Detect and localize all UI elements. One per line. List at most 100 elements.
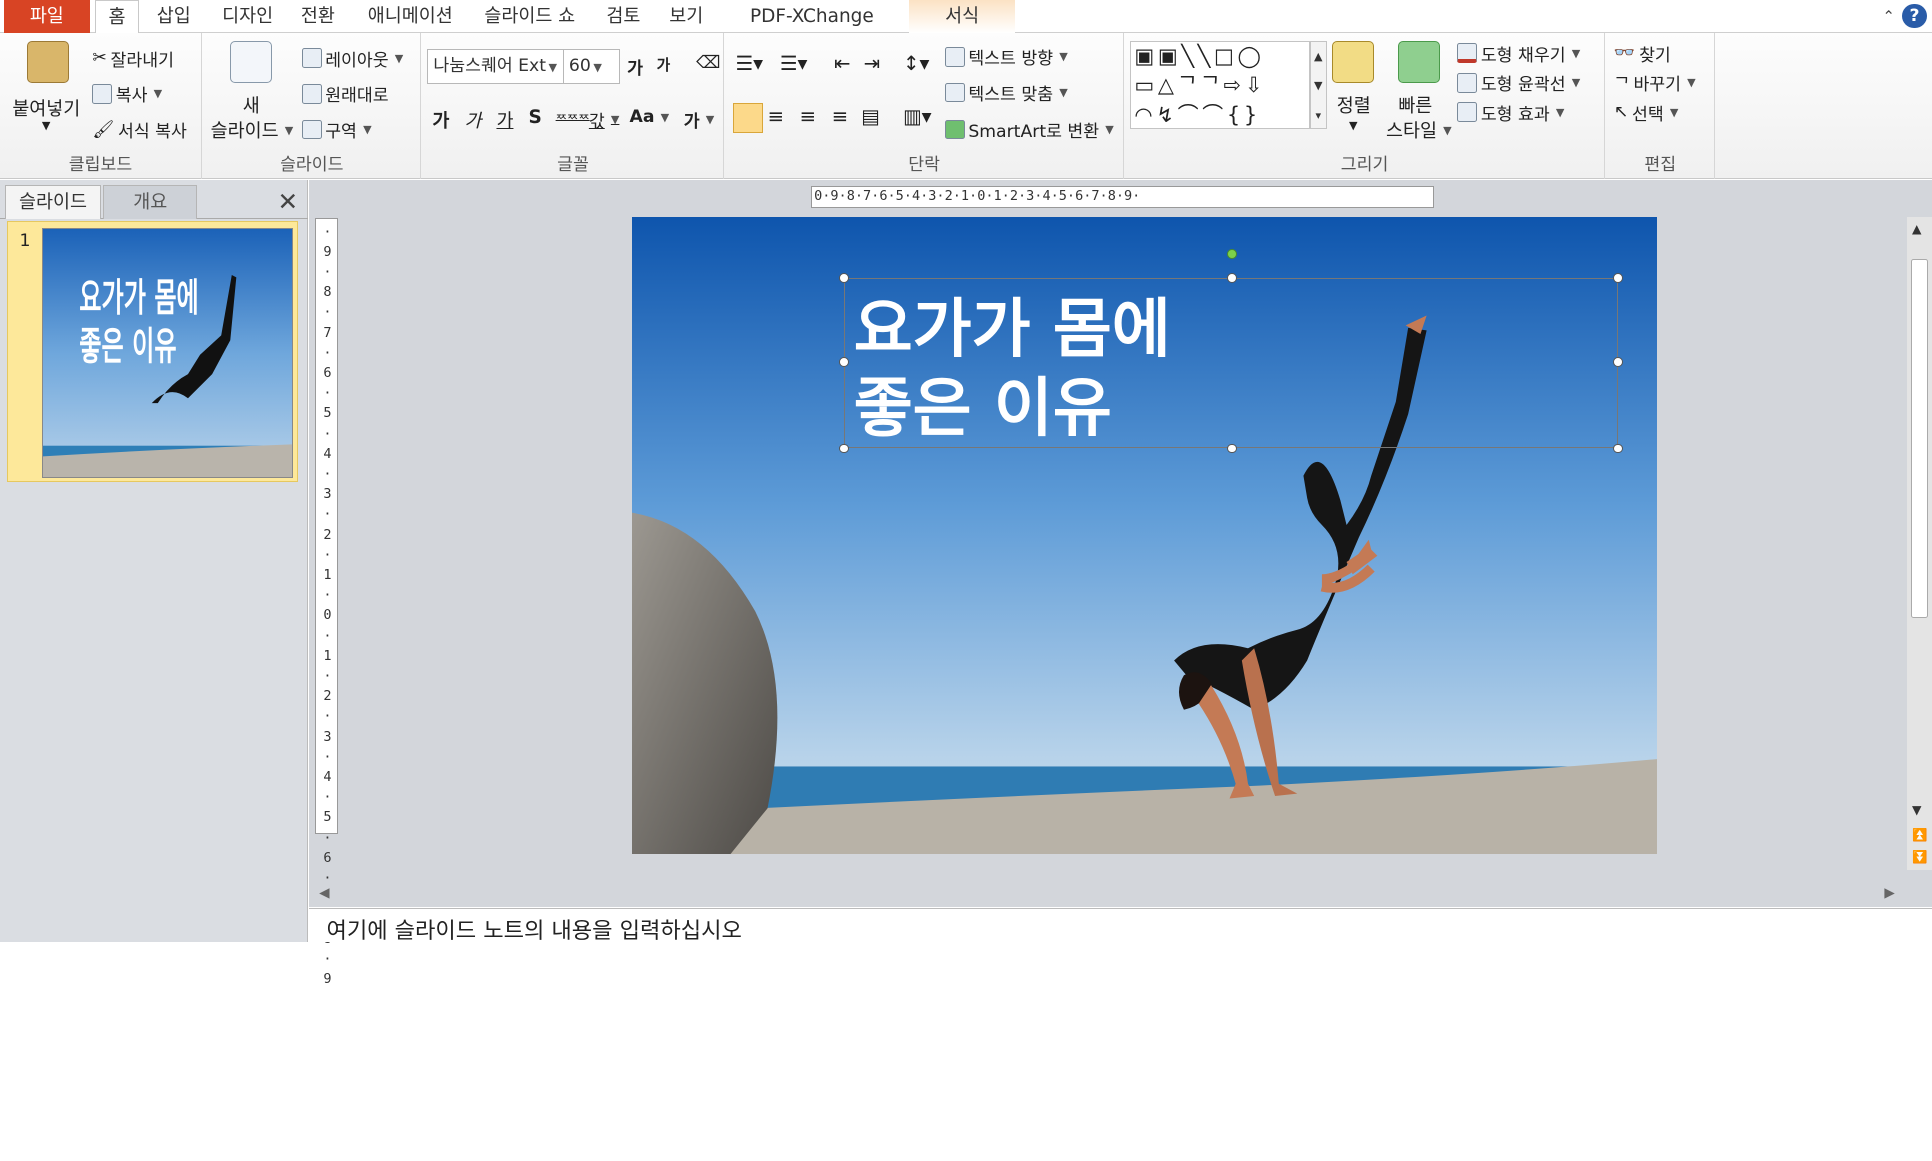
scroll-right-icon[interactable]: ▶ — [1884, 885, 1894, 901]
align-center-icon[interactable]: ≡ — [768, 105, 785, 128]
text-direction-button[interactable]: 텍스트 방향 ▼ — [944, 44, 1068, 69]
slide-thumbnail-1[interactable]: 1 요가가 몸에 좋은 이유 — [7, 220, 299, 482]
char-spacing-button[interactable]: 갃 ▼ — [589, 107, 620, 132]
help-icon[interactable]: ? — [1902, 3, 1927, 29]
align-left-icon[interactable] — [733, 103, 763, 134]
tab-view[interactable]: 보기 — [665, 0, 707, 33]
gallery-scroll-icon[interactable]: ▲ ▼ ▾ — [1309, 40, 1327, 130]
increase-indent-icon[interactable]: ⇥ — [864, 52, 881, 75]
next-slide-icon[interactable]: ⏬ — [1912, 850, 1927, 865]
resize-handle[interactable] — [1612, 357, 1623, 368]
format-painter-button[interactable]: 🖌 서식 복사 — [92, 117, 186, 143]
paste-icon[interactable] — [27, 40, 69, 83]
slide-title[interactable]: 요가가 몸에 좋은 이유 — [854, 291, 1171, 449]
notes-input[interactable]: 여기에 슬라이드 노트의 내용을 입력하십시오 — [309, 907, 1932, 943]
copy-button[interactable]: 복사 ▼ — [92, 81, 162, 106]
tab-file[interactable]: 파일 — [3, 0, 90, 34]
effects-icon — [1457, 102, 1478, 123]
tab-review[interactable]: 검토 — [602, 0, 644, 33]
italic-button[interactable]: 가 — [464, 107, 481, 133]
slide-canvas[interactable]: 요가가 몸에 좋은 이유 — [632, 216, 1658, 854]
decrease-indent-icon[interactable]: ⇤ — [834, 52, 851, 75]
tab-pdfxchange[interactable]: PDF-XChange 2012 — [729, 0, 894, 60]
previous-slide-icon[interactable]: ⏫ — [1912, 828, 1927, 843]
tab-slides[interactable]: 슬라이드 — [4, 184, 102, 220]
layout-button[interactable]: 레이아웃 ▼ — [301, 46, 403, 71]
scrollbar-thumb[interactable] — [1910, 258, 1929, 619]
scroll-up-icon[interactable]: ▲ — [1912, 222, 1921, 236]
quick-styles-button[interactable]: 스타일 ▼ — [1386, 117, 1452, 143]
shape-outline-button[interactable]: 도형 윤곽선 ▼ — [1457, 70, 1580, 95]
font-name-select[interactable]: 나눔스퀘어 Ext ▼ — [427, 49, 566, 84]
paste-button[interactable]: 붙여넣기 — [12, 95, 80, 121]
arrange-icon[interactable] — [1331, 40, 1374, 83]
smartart-button[interactable]: SmartArt로 변환 ▼ — [944, 117, 1114, 142]
editing-group-label: 편집 — [1644, 154, 1677, 175]
group-font: 나눔스퀘어 Ext ▼ 60 ▼ 가 가 ⌫ 가 가 가 S ᅑᅑᅑ 갃 ▼ Aa ▼ … — [423, 33, 725, 179]
clear-format-icon[interactable]: ⌫ — [696, 53, 720, 73]
resize-handle[interactable] — [1612, 443, 1623, 454]
shrink-font-button[interactable]: 가 — [657, 54, 671, 75]
vertical-ruler[interactable]: ·9·8·7·6·5·4·3·2·1·0·1·2·3·4·5·6·7·8·9 — [315, 218, 338, 987]
scroll-left-icon[interactable]: ◀ — [319, 885, 329, 901]
shape-effects-button[interactable]: 도형 효과 ▼ — [1457, 100, 1564, 125]
tab-format[interactable]: 서식 — [909, 0, 1016, 34]
shadow-button[interactable]: S — [529, 107, 542, 128]
strikethrough-button[interactable]: ᅑᅑᅑ — [556, 110, 590, 128]
grow-font-button[interactable]: 가 — [627, 54, 643, 79]
tab-animations[interactable]: 애니메이션 — [362, 0, 458, 33]
cut-label: 잘라내기 — [110, 50, 174, 71]
tab-slideshow[interactable]: 슬라이드 쇼 — [478, 0, 581, 33]
chevron-down-icon[interactable]: ▼ — [1349, 119, 1358, 132]
resize-handle[interactable] — [1227, 443, 1237, 454]
vertical-scrollbar[interactable]: ▲ ▼ ⏫ ⏬ — [1907, 216, 1932, 870]
shape-fill-button[interactable]: 도형 채우기 ▼ — [1457, 41, 1580, 66]
cut-button[interactable]: ✂ 잘라내기 — [92, 46, 174, 71]
chevron-down-icon: ▼ — [284, 123, 294, 137]
new-slide-label-1[interactable]: 새 — [243, 92, 260, 118]
tab-home[interactable]: 홈 — [94, 0, 140, 35]
minimize-ribbon-icon[interactable]: ⌃ — [1882, 8, 1894, 25]
select-button[interactable]: ↖ 선택 ▼ — [1614, 100, 1679, 125]
resize-handle[interactable] — [1612, 273, 1623, 284]
bold-button[interactable]: 가 — [432, 107, 449, 133]
align-right-icon[interactable]: ≡ — [800, 105, 817, 128]
numbering-icon[interactable]: ☰▾ — [780, 52, 808, 75]
close-icon[interactable]: ✕ — [278, 187, 299, 216]
group-clipboard: 붙여넣기 ▼ ✂ 잘라내기 복사 ▼ 🖌 서식 복사 클립보드 — [0, 33, 203, 179]
align-text-button[interactable]: 텍스트 맞춤 ▼ — [944, 80, 1068, 105]
font-size-select[interactable]: 60 ▼ — [563, 49, 620, 84]
find-button[interactable]: 👓 찾기 — [1614, 41, 1671, 66]
quick-styles-label-1[interactable]: 빠른 — [1398, 92, 1432, 118]
quick-styles-icon[interactable] — [1398, 40, 1441, 83]
change-case-button[interactable]: Aa ▼ — [630, 107, 670, 127]
underline-button[interactable]: 가 — [496, 107, 513, 133]
slide-editor: 0·9·8·7·6·5·4·3·2·1·0·1·2·3·4·5·6·7·8·9·… — [309, 179, 1932, 987]
distributed-icon[interactable]: ▤ — [861, 105, 880, 128]
arrange-button[interactable]: 정렬 — [1337, 92, 1371, 118]
horizontal-scrollbar[interactable]: ◀ ▶ — [309, 879, 1908, 907]
tab-outline[interactable]: 개요 — [103, 184, 198, 220]
scroll-down-icon[interactable]: ▼ — [1912, 803, 1921, 817]
new-slide-icon[interactable] — [230, 40, 273, 83]
section-button[interactable]: 구역 ▼ — [301, 117, 372, 142]
bullets-icon[interactable]: ☰▾ — [735, 52, 763, 75]
new-slide-label-2: 슬라이드 — [210, 121, 279, 143]
columns-icon[interactable]: ▥▾ — [903, 105, 932, 128]
horizontal-ruler[interactable]: 0·9·8·7·6·5·4·3·2·1·0·1·2·3·4·5·6·7·8·9· — [810, 186, 1435, 209]
replace-button[interactable]: ᄀ 바꾸기 ▼ — [1614, 70, 1696, 95]
chevron-down-icon: ▼ — [1059, 86, 1068, 100]
resize-handle[interactable] — [838, 357, 849, 368]
tab-transitions[interactable]: 전환 — [296, 0, 340, 33]
shapes-gallery[interactable]: ▣▣╲╲□◯ ▭△ᄀᄀ⇨⇩ ◠↯⌒⌒{} — [1129, 40, 1310, 130]
resize-handle[interactable] — [838, 443, 849, 454]
tab-insert[interactable]: 삽입 — [153, 0, 195, 33]
reset-button[interactable]: 원래대로 — [301, 81, 389, 106]
new-slide-button[interactable]: 슬라이드 ▼ — [211, 117, 294, 143]
justify-icon[interactable]: ≡ — [832, 105, 849, 128]
line-spacing-icon[interactable]: ↕▾ — [903, 52, 929, 75]
rotate-handle[interactable] — [1227, 248, 1237, 259]
paste-dropdown-icon[interactable]: ▼ — [42, 119, 51, 132]
font-color-button[interactable]: 가 ▼ — [684, 107, 715, 132]
tab-design[interactable]: 디자인 — [217, 0, 279, 33]
